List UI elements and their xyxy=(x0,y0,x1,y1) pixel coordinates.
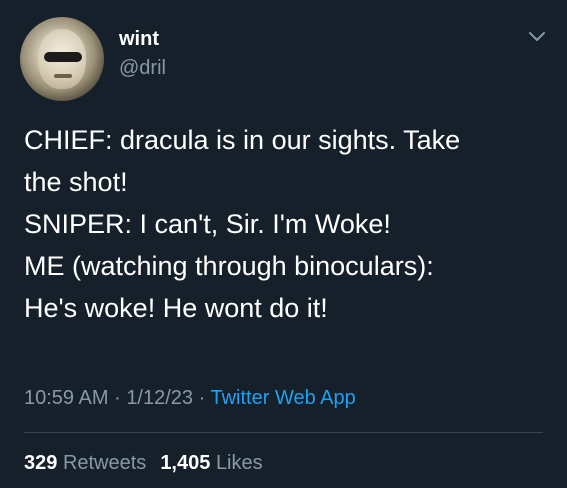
divider xyxy=(24,432,543,433)
tweet-line: He's woke! He wont do it! xyxy=(24,293,328,323)
retweets-label: Retweets xyxy=(62,452,147,474)
avatar[interactable] xyxy=(20,17,104,101)
tweet-stats: 329 Retweets 1,405 Likes xyxy=(24,451,263,475)
tweet-line: CHIEF: dracula is in our sights. Take xyxy=(24,125,461,155)
retweets-stat[interactable]: 329 Retweets xyxy=(24,452,146,474)
tweet-source-link[interactable]: Twitter Web App xyxy=(210,387,355,409)
tweet-text: CHIEF: dracula is in our sights. Take th… xyxy=(24,119,554,329)
tweet-date[interactable]: 1/12/23 xyxy=(126,387,193,409)
avatar-mouth xyxy=(54,74,72,78)
user-handle[interactable]: @dril xyxy=(119,56,166,80)
likes-stat[interactable]: 1,405 Likes xyxy=(160,452,262,474)
meta-separator: · xyxy=(198,387,206,409)
tweet-line: SNIPER: I can't, Sir. I'm Woke! xyxy=(24,209,391,239)
likes-count: 1,405 xyxy=(160,452,211,474)
tweet-line: ME (watching through binoculars): xyxy=(24,251,434,281)
meta-separator: · xyxy=(114,387,121,409)
tweet-meta: 10:59 AM · 1/12/23 · Twitter Web App xyxy=(24,386,356,410)
tweet-time[interactable]: 10:59 AM xyxy=(24,387,109,409)
tweet-line: the shot! xyxy=(24,167,128,197)
likes-label: Likes xyxy=(215,452,263,474)
retweets-count: 329 xyxy=(24,452,58,474)
display-name[interactable]: wint xyxy=(119,27,159,51)
chevron-down-icon[interactable] xyxy=(527,30,547,44)
avatar-glasses xyxy=(44,52,82,62)
